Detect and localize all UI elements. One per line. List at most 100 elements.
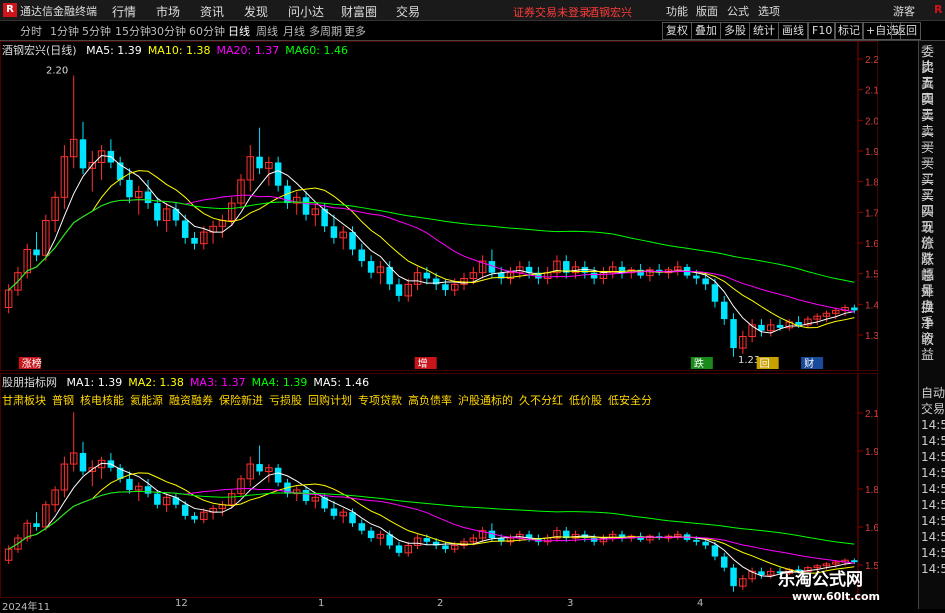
candle-body [274, 467, 282, 483]
price-chart[interactable]: 2.20 2.10 2.00 1.90 1.80 1.70 1.60 1.50 1.40 1.30… [0, 41, 878, 371]
title-bar: R 通达信金融终端 证券交易未登录 酒钢宏兴 游客 R 行情 市场 资讯 发现 问小达财… [0, 0, 945, 21]
legend-item-2: MA20: 1.37 [216, 44, 280, 57]
candle-body [851, 307, 858, 311]
concept-tag[interactable]: 亏损股 [269, 394, 302, 407]
candle-body [442, 284, 449, 291]
period-tab-5[interactable]: 60分钟 [189, 23, 225, 39]
right-menu-0[interactable]: 功能 [666, 3, 688, 19]
candle-body [274, 162, 282, 186]
indicator-legend: 股朋指标网 MA1: 1.39 MA2: 1.38 MA3: 1.37 MA4: 1.… [2, 374, 369, 390]
svg-text:增: 增 [418, 357, 428, 370]
svg-text:财: 财 [804, 357, 814, 370]
tool-button-8[interactable]: 返回 [891, 22, 921, 40]
candle-body [442, 545, 449, 550]
watermark-url: www.60lt.com [792, 590, 881, 603]
event-marker[interactable]: 财 [801, 357, 824, 370]
candle-body [711, 545, 719, 557]
tool-button-4[interactable]: 画线 [778, 22, 808, 40]
period-tab-8[interactable]: 月线 [283, 23, 305, 39]
trade-field-label: 14:5 [921, 466, 945, 480]
tool-button-5[interactable]: F10 [808, 22, 837, 40]
candle-body [154, 203, 161, 221]
y-tick-label: 1.50 [865, 270, 878, 281]
concept-tag[interactable]: 普钢 [52, 394, 74, 407]
menu-5[interactable]: 财富圈 [341, 3, 377, 20]
concept-tag[interactable]: 融资融券 [169, 394, 213, 407]
right-menu-2[interactable]: 公式 [727, 3, 749, 19]
concept-tag[interactable]: 回购计划 [308, 394, 352, 407]
concept-tag[interactable]: 甘肃板块 [2, 394, 46, 407]
concept-tag[interactable]: 专项贷款 [358, 394, 402, 407]
candle-body [795, 322, 802, 325]
period-tab-4[interactable]: 30分钟 [150, 23, 186, 39]
concept-tag[interactable]: 保险新进 [219, 394, 263, 407]
tool-button-3[interactable]: 统计 [749, 22, 779, 40]
candle-body [330, 508, 338, 516]
event-marker[interactable]: 增 [414, 357, 437, 370]
menu-0[interactable]: 行情 [112, 3, 136, 20]
current-stock-label: 酒钢宏兴 [588, 6, 632, 19]
trade-field-label: 14:5 [921, 562, 945, 576]
candle-body [720, 556, 728, 568]
legend-item-3: MA60: 1.46 [285, 44, 348, 57]
legend-item-1: MA2: 1.38 [128, 376, 184, 389]
concept-tag[interactable]: 氦能源 [130, 394, 163, 407]
right-menu-1[interactable]: 版面 [696, 3, 718, 19]
login-warning[interactable]: 证券交易未登录 [513, 4, 590, 20]
concept-tag[interactable]: 低安全分 [608, 394, 652, 407]
y-tick-label: 1.90 [865, 147, 878, 158]
quote-side-panel: 委比 卖五 卖四 卖三 卖二 卖一 买一 买二 买三 买四 买五 现价 涨跌 涨幅 总量 外盘 换手 净资 收益 自动… [918, 41, 945, 609]
tool-button-6[interactable]: 标记 [834, 22, 864, 40]
period-toolbar: 分时 1分钟 5分钟 15分钟 30分钟 60分钟 日线 周线 月线 多周期 更多 复权 叠加 多股 统计画… [0, 21, 945, 41]
legend-item-2: MA3: 1.37 [189, 376, 246, 389]
concept-tag[interactable]: 核电核能 [80, 394, 124, 407]
trade-field-label: 14:5 [921, 434, 945, 448]
y-tick-label: 1.95 [865, 447, 878, 458]
concept-tag[interactable]: 低价股 [569, 394, 602, 407]
menu-6[interactable]: 交易 [396, 3, 420, 20]
event-marker[interactable]: 回 [756, 357, 779, 370]
tool-button-1[interactable]: 叠加 [691, 22, 721, 40]
period-tab-3[interactable]: 15分钟 [115, 23, 151, 39]
period-tab-0[interactable]: 分时 [20, 23, 42, 39]
high-label: 2.20 [46, 66, 68, 77]
date-tick: 12 [175, 598, 188, 609]
candle-body [79, 452, 87, 472]
candle-body [358, 249, 366, 262]
candle-body [144, 486, 152, 494]
menu-4[interactable]: 问小达 [288, 3, 324, 20]
period-tab-10[interactable]: 更多 [344, 23, 366, 39]
event-marker[interactable]: 跌 [690, 357, 713, 370]
candle-body [693, 539, 700, 542]
svg-text:涨榜: 涨榜 [22, 357, 42, 370]
trade-field-label: 14:5 [921, 418, 945, 432]
concept-tag[interactable]: 高负债率 [408, 394, 452, 407]
trade-field-label: 自动 [921, 386, 945, 400]
svg-text:跌: 跌 [694, 357, 704, 370]
period-tab-6[interactable]: 日线 [228, 23, 250, 39]
trade-field-label: 14:5 [921, 498, 945, 512]
period-tab-7[interactable]: 周线 [256, 23, 278, 39]
trade-field-label: 14:5 [921, 546, 945, 560]
period-tab-2[interactable]: 5分钟 [82, 23, 111, 39]
period-tab-1[interactable]: 1分钟 [50, 23, 79, 39]
period-tab-9[interactable]: 多周期 [309, 23, 342, 39]
legend-item-0: MA5: 1.39 [86, 44, 142, 57]
event-marker[interactable]: 涨榜 [18, 357, 42, 370]
candle-body [256, 156, 263, 169]
menu-3[interactable]: 发现 [244, 3, 268, 20]
date-tick: 3 [567, 598, 574, 609]
menu-1[interactable]: 市场 [156, 3, 180, 20]
candle-body [181, 504, 189, 516]
tool-button-0[interactable]: 复权 [662, 22, 692, 40]
menu-2[interactable]: 资讯 [200, 3, 224, 20]
tool-button-2[interactable]: 多股 [720, 22, 750, 40]
concept-tag[interactable]: 沪股通标的 [458, 394, 513, 407]
concept-tag[interactable]: 久不分红 [519, 394, 563, 407]
right-menu-3[interactable]: 选项 [758, 3, 780, 19]
user-label[interactable]: 游客 [893, 3, 915, 19]
candle-body [79, 139, 87, 169]
price-legend: 酒钢宏兴(日线) MA5: 1.39 MA10: 1.38 MA20: 1.37 MA… [2, 42, 348, 58]
candle-body [330, 226, 338, 238]
y-tick-label: 1.40 [865, 300, 878, 311]
